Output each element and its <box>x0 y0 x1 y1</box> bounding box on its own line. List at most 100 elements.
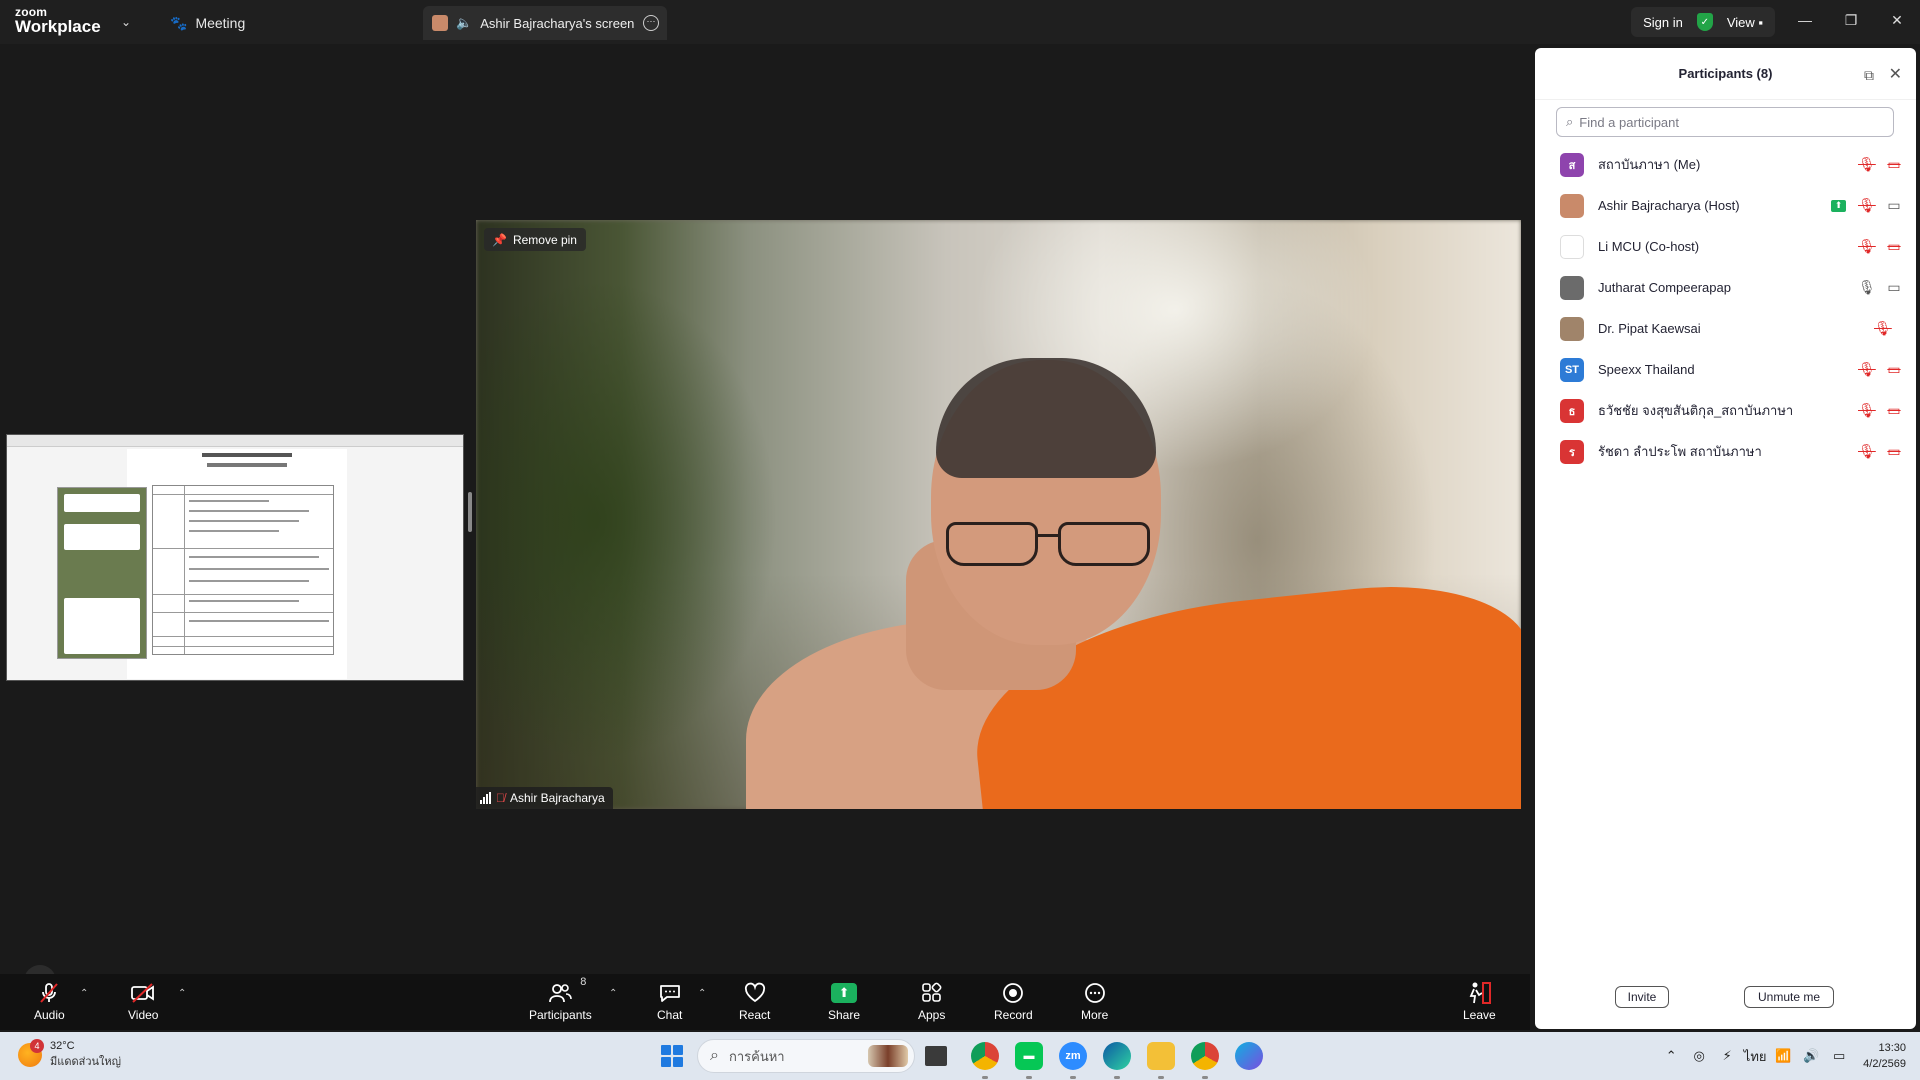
remove-pin-button[interactable]: 📌 Remove pin <box>484 228 586 251</box>
chevron-down-icon[interactable]: ⌄ <box>121 15 131 29</box>
participant-row[interactable]: Jutharat Compeerapap 🎙 ▭ <box>1535 267 1916 308</box>
unmute-me-button[interactable]: Unmute me <box>1744 986 1834 1008</box>
wifi-icon[interactable]: 📶 <box>1769 1048 1797 1064</box>
participant-row[interactable]: ST Speexx Thailand 🎙 ▭ <box>1535 349 1916 390</box>
participant-name: Li MCU (Co-host) <box>1598 239 1700 254</box>
camera-off-icon[interactable]: ▭ <box>1886 443 1902 460</box>
leave-button[interactable]: Leave <box>1463 980 1496 1022</box>
participant-list: สสถาบันภาษา (Me) 🎙 ▭ Ashir Bajracharya (Hos… <box>1535 144 1916 472</box>
invite-button[interactable]: Invite <box>1615 986 1669 1008</box>
participant-search-input[interactable]: ⌕ Find a participant <box>1556 107 1894 137</box>
system-tray: ⌃ ◎ ⚡ ไทย 📶 🔊 ▭ 13:30 4/2/2569 <box>1657 1032 1920 1080</box>
table-text-line <box>189 510 309 512</box>
mic-muted-icon[interactable]: 🎙 <box>1858 402 1876 419</box>
record-button[interactable]: Record <box>994 980 1033 1022</box>
task-view-icon[interactable] <box>925 1046 947 1066</box>
record-icon <box>1001 980 1025 1006</box>
minimize-icon[interactable]: — <box>1782 0 1828 40</box>
restore-icon[interactable]: ❐ <box>1828 0 1874 40</box>
clock-time: 13:30 <box>1878 1042 1906 1054</box>
camera-off-icon[interactable]: ▭ <box>1886 402 1902 419</box>
line-app-icon[interactable]: ▬ <box>1015 1042 1043 1070</box>
participants-button[interactable]: 8 Participants <box>529 976 592 1022</box>
participants-label: Participants <box>529 1008 592 1022</box>
running-indicator <box>1114 1076 1120 1079</box>
tab-shared-screen[interactable]: 🔈 Ashir Bajracharya's screen ··· <box>423 6 667 40</box>
participant-row[interactable]: Li MCU (Co-host) 🎙 ▭ <box>1535 226 1916 267</box>
camera-off-icon[interactable]: ▭ <box>1886 156 1902 173</box>
weather-description: มีแดดส่วนใหญ่ <box>50 1056 122 1068</box>
chrome-icon[interactable] <box>971 1042 999 1070</box>
participant-row[interactable]: Dr. Pipat Kaewsai 🎙 <box>1535 308 1916 349</box>
mic-muted-icon[interactable]: 🎙 <box>1874 320 1892 337</box>
camera-icon[interactable]: ▭ <box>1886 197 1902 214</box>
avatar <box>1560 234 1584 259</box>
file-explorer-icon[interactable] <box>1147 1042 1175 1070</box>
camera-icon[interactable]: ▭ <box>1886 279 1902 296</box>
video-options-caret-icon[interactable]: ⌃ <box>178 988 186 999</box>
participants-options-caret-icon[interactable]: ⌃ <box>609 988 617 999</box>
windows-start-icon[interactable] <box>661 1045 683 1067</box>
pop-out-icon[interactable]: ⧉ <box>1864 67 1874 84</box>
chat-label: Chat <box>657 1008 683 1022</box>
chat-bubble <box>64 598 140 654</box>
chrome-profile-icon[interactable] <box>1191 1042 1219 1070</box>
participant-row[interactable]: Ashir Bajracharya (Host) ⬆ 🎙 ▭ <box>1535 185 1916 226</box>
weather-widget[interactable]: 4 32°C มีแดดส่วนใหญ่ <box>18 1039 122 1070</box>
table-text-line <box>189 556 319 558</box>
taskbar-search-input[interactable]: ⌕ การค้นหา <box>697 1039 915 1073</box>
battery-icon[interactable]: ▭ <box>1825 1048 1853 1064</box>
participant-row[interactable]: สสถาบันภาษา (Me) 🎙 ▭ <box>1535 144 1916 185</box>
edge-icon[interactable] <box>1103 1042 1131 1070</box>
react-button[interactable]: React <box>739 980 770 1022</box>
tray-app-icon[interactable]: ◎ <box>1685 1048 1713 1064</box>
more-options-icon[interactable]: ··· <box>643 15 659 31</box>
tray-language-icon[interactable]: ⚡ <box>1713 1048 1741 1064</box>
sign-in-button[interactable]: Sign in <box>1643 15 1683 30</box>
audio-options-caret-icon[interactable]: ⌃ <box>80 988 88 999</box>
zoom-app-icon[interactable]: zm <box>1059 1042 1087 1070</box>
audio-button[interactable]: Audio <box>34 980 65 1022</box>
mic-muted-icon[interactable]: 🎙 <box>1858 443 1876 460</box>
camera-off-icon[interactable]: ▭ <box>1886 238 1902 255</box>
table-text-line <box>189 580 309 582</box>
video-button[interactable]: Video <box>128 980 158 1022</box>
chevron-up-icon[interactable]: ⌃ <box>1657 1048 1685 1064</box>
table-text-line <box>189 600 299 602</box>
view-button[interactable]: View ▪ <box>1727 15 1763 30</box>
camera-off-icon[interactable]: ▭ <box>1886 361 1902 378</box>
encryption-shield-icon[interactable]: ✓ <box>1696 13 1713 31</box>
resize-handle[interactable] <box>468 492 472 532</box>
pinned-video-tile[interactable]: 📌 Remove pin 🎙̸ Ashir Bajracharya <box>476 220 1521 809</box>
mic-muted-icon[interactable]: 🎙 <box>1858 361 1876 378</box>
apps-icon <box>920 980 944 1006</box>
mic-muted-icon[interactable]: 🎙 <box>1858 197 1876 214</box>
logo-workplace-text: Workplace <box>15 17 101 36</box>
mic-muted-icon[interactable]: 🎙 <box>1858 238 1876 255</box>
input-language[interactable]: ไทย <box>1741 1046 1769 1067</box>
chat-button[interactable]: Chat <box>657 980 682 1022</box>
participant-row[interactable]: รรัชดา ลำประโพ สถาบันภาษา 🎙 ▭ <box>1535 431 1916 472</box>
tab-meeting[interactable]: 🐾 Meeting <box>170 12 245 34</box>
chat-options-caret-icon[interactable]: ⌃ <box>698 988 706 999</box>
volume-icon[interactable]: 🔊 <box>1797 1048 1825 1064</box>
share-button[interactable]: ⬆ Share <box>828 980 860 1022</box>
shared-screen-thumbnail[interactable] <box>6 434 464 681</box>
table-text-line <box>189 568 329 570</box>
clock[interactable]: 13:30 4/2/2569 <box>1853 1040 1920 1072</box>
copilot-icon[interactable] <box>1235 1042 1263 1070</box>
speaker-icon: 🔈 <box>456 15 473 30</box>
more-button[interactable]: More <box>1081 980 1108 1022</box>
leave-door-icon <box>1466 980 1492 1006</box>
close-icon[interactable]: ✕ <box>1874 0 1920 40</box>
close-icon[interactable]: ✕ <box>1889 64 1902 84</box>
participant-row[interactable]: ธธวัชชัย จงสุขสันติกุล_สถาบันภาษา 🎙 ▭ <box>1535 390 1916 431</box>
mic-icon[interactable]: 🎙 <box>1858 279 1876 296</box>
apps-button[interactable]: Apps <box>918 980 945 1022</box>
avatar: ST <box>1560 357 1584 382</box>
search-placeholder: Find a participant <box>1579 114 1680 130</box>
remove-pin-label: Remove pin <box>512 232 577 247</box>
record-label: Record <box>994 1008 1033 1022</box>
participant-status-icons: 🎙 ▭ <box>1858 431 1902 472</box>
mic-muted-icon[interactable]: 🎙 <box>1858 156 1876 173</box>
